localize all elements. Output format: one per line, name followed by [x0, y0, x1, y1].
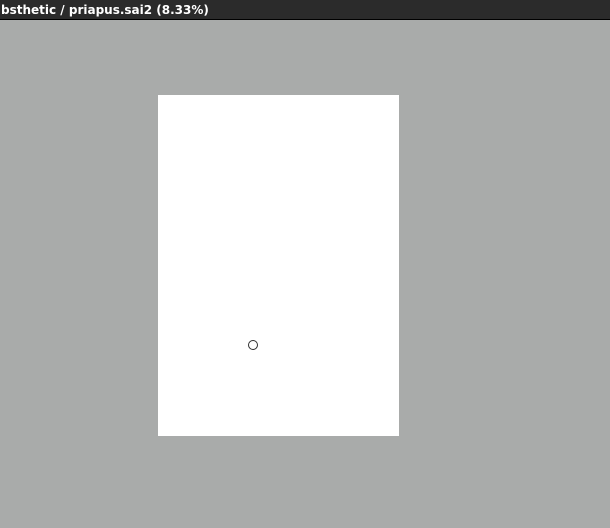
- window-titlebar[interactable]: bsthetic / priapus.sai2 (8.33%): [0, 0, 610, 20]
- window-title: bsthetic / priapus.sai2 (8.33%): [1, 3, 209, 17]
- brush-circle-cursor-icon: [248, 340, 258, 350]
- document-canvas[interactable]: [158, 95, 399, 436]
- canvas-workspace[interactable]: [0, 20, 610, 528]
- sai2-app-window: bsthetic / priapus.sai2 (8.33%): [0, 0, 610, 528]
